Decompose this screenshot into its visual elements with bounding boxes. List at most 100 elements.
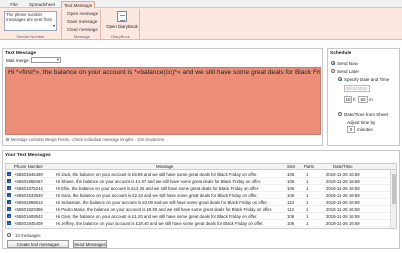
sender-number-group: The phone number messages are sent from …	[0, 9, 62, 39]
cell-datetime: 2019-11-26 16:59	[326, 214, 360, 219]
table-row[interactable]: +55501868514 Hi Sebastian, the balance on…	[6, 199, 390, 206]
cell-phone: +55501868514	[14, 200, 43, 205]
send-messages-button[interactable]: Send Messages	[73, 240, 107, 248]
cell-phone: +55501608542	[14, 214, 43, 219]
hour-unit: h	[353, 97, 356, 102]
cell-phone: +55501823356	[14, 207, 43, 212]
table-scrollbar[interactable]	[390, 170, 396, 228]
save-message-button[interactable]: Save message	[66, 18, 97, 25]
cell-parts: 1	[306, 207, 309, 212]
cell-datetime: 2019-11-26 16:59	[326, 200, 360, 205]
messages-table: Phone Number Message Size Parts Date/Tim…	[5, 163, 397, 229]
col-phone: Phone Number	[14, 164, 43, 169]
cell-parts: 1	[306, 221, 309, 226]
hour-input[interactable]: 16	[344, 96, 352, 103]
info-icon	[6, 138, 9, 141]
row-checkbox[interactable]	[7, 214, 11, 218]
cell-size: 106	[287, 221, 295, 226]
table-row[interactable]: +55501633540 Hi Sara, the balance on your…	[6, 192, 390, 199]
minute-input[interactable]: 50	[358, 96, 368, 103]
cell-message: Hi Sebastian, the balance on your accoun…	[56, 200, 268, 205]
table-row[interactable]: +55501875244 Hi Ellie, the balance on you…	[6, 185, 390, 192]
messages-title: Your Text Messages	[5, 153, 51, 158]
from-sheet-radio[interactable]	[338, 112, 342, 116]
tab-file[interactable]: File	[6, 1, 22, 8]
sender-number-select[interactable]: The phone number messages are sent from …	[4, 11, 57, 31]
date-input[interactable]: 26/11/2019	[344, 85, 370, 92]
table-row[interactable]: +55501823356 Hi Pedro Maria, the balance …	[6, 206, 390, 213]
tab-text-message[interactable]: Text Message	[61, 1, 95, 8]
diarybook-icon	[117, 11, 127, 22]
mail-merge-label: Mail merge:	[6, 58, 30, 63]
cell-parts: 1	[306, 172, 309, 177]
table-row[interactable]: +55501845409 Hi Jeffrey, the balance on y…	[6, 220, 390, 227]
table-row[interactable]: +55501868467 Hi Shane, the balance on you…	[6, 178, 390, 185]
open-diarybook-label: Open DiaryBook	[106, 24, 138, 29]
send-later-label: Send Later	[337, 69, 360, 74]
from-sheet-label: Date/Time from Sheet	[344, 112, 388, 117]
cell-message: Hi Jack, the balance on your account is …	[56, 172, 258, 177]
open-message-button[interactable]: Open message	[66, 10, 98, 17]
adjust-time-label: Adjust time by	[347, 120, 376, 125]
cell-message: Hi Cian, the balance on your account is …	[56, 214, 258, 219]
cell-parts: 1	[306, 200, 309, 205]
cell-size: 106	[287, 214, 295, 219]
row-checkbox[interactable]	[7, 172, 11, 176]
cell-size: 113	[287, 200, 294, 205]
cell-parts: 1	[306, 193, 309, 198]
scrollbar-thumb[interactable]	[392, 174, 396, 204]
messages-panel: Your Text Messages Phone Number Message …	[2, 150, 400, 249]
tab-spreadsheet[interactable]: Spreadsheet	[25, 1, 59, 8]
specify-date-radio[interactable]	[338, 77, 342, 81]
send-now-label: Send Now	[337, 61, 358, 66]
cell-parts: 1	[306, 186, 309, 191]
row-checkbox[interactable]	[7, 193, 11, 197]
table-row[interactable]: +55501608542 Hi Cian, the balance on your…	[6, 213, 390, 220]
row-checkbox[interactable]	[7, 200, 11, 204]
send-later-radio[interactable]	[331, 69, 335, 73]
cell-phone: +55501875244	[14, 186, 43, 191]
message-textarea[interactable]: Hi *«first*», the balance on your accoun…	[5, 67, 321, 135]
cell-phone: +55501868467	[14, 179, 43, 184]
message-group-label: Message	[73, 34, 91, 39]
col-message: Message	[156, 164, 174, 169]
cell-parts: 1	[306, 214, 309, 219]
cell-size: 113	[287, 207, 294, 212]
cell-phone: +55501845469	[14, 172, 43, 177]
cell-phone: +55501845409	[14, 221, 43, 226]
ribbon-tab-bar: File Spreadsheet Text Message	[0, 0, 402, 8]
cell-datetime: 2019-11-26 16:59	[326, 221, 360, 226]
message-length-note: Message contains Merge Fields - check in…	[11, 137, 165, 142]
row-checkbox[interactable]	[7, 186, 11, 190]
cell-datetime: 2019-11-26 16:59	[326, 207, 360, 212]
adjust-unit: minutes	[357, 127, 373, 132]
schedule-title: Schedule	[330, 51, 352, 56]
cell-message: Hi Jeffrey, the balance on your account …	[56, 221, 264, 226]
sender-number-text: The phone number messages are sent from	[6, 12, 53, 22]
cell-datetime: 2019-11-26 16:59	[326, 172, 360, 177]
col-size: Size	[287, 164, 296, 169]
send-now-radio[interactable]	[331, 61, 335, 65]
message-group: Open message Save message Clear message …	[64, 9, 101, 39]
clear-message-button[interactable]: Clear message	[66, 26, 98, 33]
table-row[interactable]: +55501845469 Hi Jack, the balance on your…	[6, 171, 390, 178]
cell-phone: +55501633540	[14, 193, 43, 198]
cell-size: 106	[287, 179, 295, 184]
cell-size: 106	[287, 172, 295, 177]
adjust-minutes-input[interactable]: 0	[347, 126, 355, 133]
row-checkbox[interactable]	[7, 221, 11, 225]
cell-size: 106	[287, 193, 295, 198]
cell-parts: 1	[306, 179, 309, 184]
ribbon: The phone number messages are sent from …	[0, 8, 402, 40]
cell-datetime: 2019-11-26 16:59	[326, 179, 360, 184]
col-parts: Parts	[304, 164, 315, 169]
mail-merge-select[interactable]	[31, 57, 61, 63]
cell-size: 106	[287, 186, 295, 191]
create-text-messages-button[interactable]: Create text messages	[7, 240, 69, 248]
row-checkbox[interactable]	[7, 179, 11, 183]
cell-message: Hi Ellie, the balance on your account is…	[56, 186, 260, 191]
cell-datetime: 2019-11-26 16:59	[326, 193, 360, 198]
open-diarybook-button[interactable]: Open DiaryBook	[105, 11, 139, 33]
row-checkbox[interactable]	[7, 207, 11, 211]
table-header: Phone Number Message Size Parts Date/Tim…	[6, 164, 396, 170]
